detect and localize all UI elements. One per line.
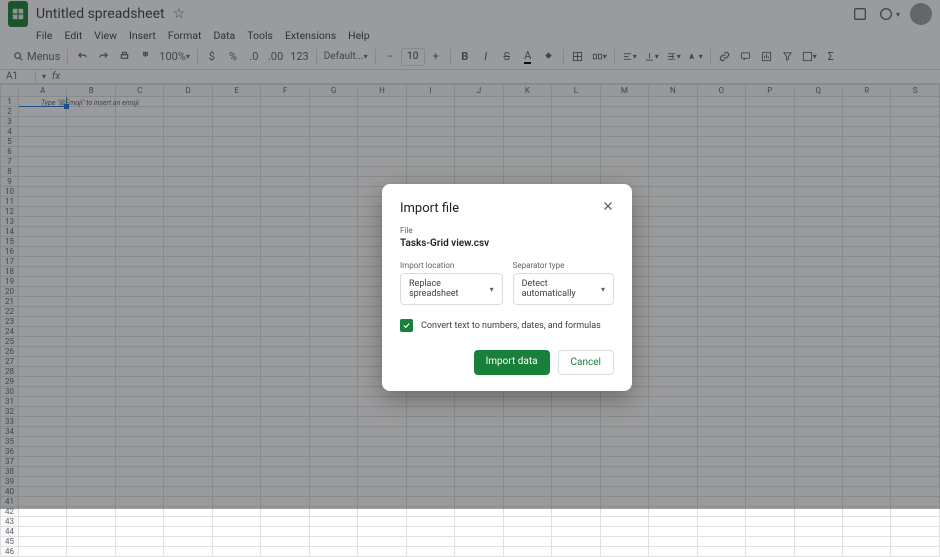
cell[interactable] [746,547,794,557]
cell[interactable] [309,517,357,527]
checkmark-icon [402,321,411,330]
cell[interactable] [261,547,309,557]
cell[interactable] [842,517,890,527]
cell[interactable] [503,527,551,537]
row-header[interactable]: 46 [1,547,19,557]
cell[interactable] [19,537,67,547]
import-file-dialog: Import file File Tasks-Grid view.csv Imp… [382,184,632,391]
import-data-button[interactable]: Import data [474,350,550,375]
cell[interactable] [552,517,600,527]
cell[interactable] [503,517,551,527]
chevron-down-icon: ▾ [490,285,494,294]
cell[interactable] [19,547,67,557]
cell[interactable] [649,527,697,537]
cell[interactable] [842,527,890,537]
cell[interactable] [261,527,309,537]
cell[interactable] [115,527,163,537]
cell[interactable] [164,517,212,527]
cell[interactable] [649,537,697,547]
import-location-dropdown[interactable]: Replace spreadsheet ▾ [400,273,503,305]
cell[interactable] [261,537,309,547]
separator-label: Separator type [513,261,614,270]
cell[interactable] [746,517,794,527]
cell[interactable] [309,547,357,557]
cell[interactable] [212,517,260,527]
cell[interactable] [697,527,745,537]
cell[interactable] [358,517,406,527]
cell[interactable] [261,517,309,527]
cell[interactable] [649,547,697,557]
chevron-down-icon: ▾ [601,285,605,294]
cell[interactable] [358,547,406,557]
cell[interactable] [891,527,940,537]
cell[interactable] [697,537,745,547]
dialog-title: Import file [400,201,459,216]
cell[interactable] [552,547,600,557]
convert-label: Convert text to numbers, dates, and form… [421,321,601,331]
cell[interactable] [309,527,357,537]
cell[interactable] [552,527,600,537]
cell[interactable] [455,527,503,537]
cell[interactable] [115,537,163,547]
cell[interactable] [842,537,890,547]
cell[interactable] [358,527,406,537]
cell[interactable] [600,547,648,557]
cell[interactable] [891,547,940,557]
cell[interactable] [891,537,940,547]
row-header[interactable]: 44 [1,527,19,537]
cell[interactable] [697,517,745,527]
cell[interactable] [649,517,697,527]
cell[interactable] [406,537,454,547]
cell[interactable] [67,527,115,537]
cell[interactable] [455,517,503,527]
cell[interactable] [794,517,842,527]
file-label: File [400,226,614,235]
cell[interactable] [600,517,648,527]
cell[interactable] [67,547,115,557]
separator-dropdown[interactable]: Detect automatically ▾ [513,273,614,305]
cell[interactable] [503,547,551,557]
cell[interactable] [212,547,260,557]
row-header[interactable]: 45 [1,537,19,547]
convert-checkbox[interactable] [400,319,413,332]
cell[interactable] [406,517,454,527]
cell[interactable] [164,547,212,557]
close-icon [602,200,614,212]
cell[interactable] [212,537,260,547]
cell[interactable] [697,547,745,557]
cell[interactable] [164,537,212,547]
cell[interactable] [746,527,794,537]
import-location-label: Import location [400,261,503,270]
cell[interactable] [358,537,406,547]
cell[interactable] [794,527,842,537]
row-header[interactable]: 43 [1,517,19,527]
cell[interactable] [842,547,890,557]
close-button[interactable] [602,200,614,216]
cell[interactable] [891,517,940,527]
cancel-button[interactable]: Cancel [558,350,614,375]
file-name: Tasks-Grid view.csv [400,238,614,249]
cell[interactable] [67,537,115,547]
cell[interactable] [600,537,648,547]
cell[interactable] [406,547,454,557]
cell[interactable] [115,547,163,557]
cell[interactable] [212,527,260,537]
cell[interactable] [406,527,454,537]
cell[interactable] [164,527,212,537]
cell[interactable] [746,537,794,547]
cell[interactable] [794,537,842,547]
cell[interactable] [455,547,503,557]
cell[interactable] [552,537,600,547]
cell[interactable] [309,537,357,547]
cell[interactable] [67,517,115,527]
cell[interactable] [503,537,551,547]
cell[interactable] [600,527,648,537]
cell[interactable] [19,517,67,527]
cell[interactable] [115,517,163,527]
cell[interactable] [455,537,503,547]
cell[interactable] [794,547,842,557]
cell[interactable] [19,527,67,537]
